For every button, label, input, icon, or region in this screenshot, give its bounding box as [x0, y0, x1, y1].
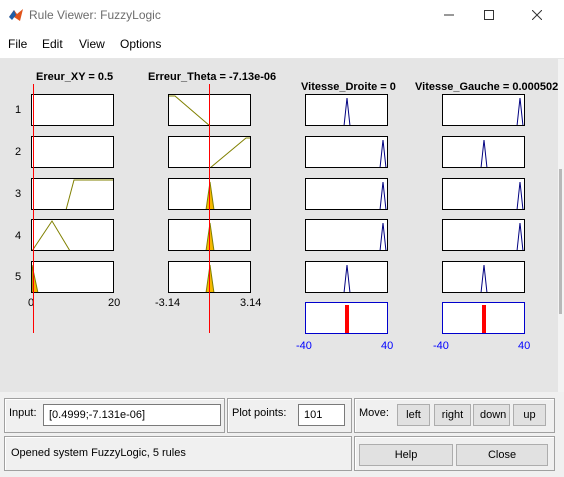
- move-left-button[interactable]: left: [397, 404, 430, 426]
- input-title-erreur-theta: Erreur_Theta = -7.13e-06: [148, 71, 277, 83]
- mf-plot-r5-vitesse-gauche[interactable]: [442, 261, 525, 293]
- mf-plot-r5-ereur-xy[interactable]: [31, 261, 114, 293]
- tick-vitesse-droite-max: 40: [381, 340, 394, 352]
- mf-plot-r3-vitesse-droite[interactable]: [305, 178, 388, 210]
- maximize-button[interactable]: [466, 0, 512, 30]
- window-title: Rule Viewer: FuzzyLogic: [29, 8, 161, 22]
- tick-erreur-theta-min: -3.14: [155, 297, 181, 309]
- title-bar: Rule Viewer: FuzzyLogic: [0, 0, 564, 30]
- vertical-scrollbar[interactable]: [558, 59, 564, 392]
- plot-points-field[interactable]: [298, 404, 345, 426]
- input-vector-field[interactable]: [43, 404, 221, 426]
- mf-plot-r4-vitesse-droite[interactable]: [305, 219, 388, 251]
- rule-number-1: 1: [15, 104, 22, 116]
- output-title-vitesse-droite: Vitesse_Droite = 0: [301, 81, 396, 93]
- mf-plot-r3-ereur-xy[interactable]: [31, 178, 114, 210]
- mf-plot-r2-ereur-xy[interactable]: [31, 136, 114, 168]
- input-title-ereur-xy: Ereur_XY = 0.5: [36, 71, 114, 83]
- output-title-vitesse-gauche: Vitesse_Gauche = 0.000502: [415, 81, 559, 93]
- aggregate-plot-vitesse-droite[interactable]: [305, 302, 388, 334]
- matlab-icon: [9, 9, 23, 21]
- input-label: Input:: [9, 407, 37, 419]
- mf-plot-r2-vitesse-gauche[interactable]: [442, 136, 525, 168]
- rule-number-4: 4: [15, 230, 22, 242]
- move-panel: Move: left right down up: [354, 398, 555, 433]
- close-window-button[interactable]: [514, 0, 560, 30]
- mf-plot-r3-vitesse-gauche[interactable]: [442, 178, 525, 210]
- mf-plot-r1-vitesse-droite[interactable]: [305, 94, 388, 126]
- menu-view[interactable]: View: [79, 37, 105, 51]
- menu-file[interactable]: File: [8, 37, 27, 51]
- move-down-button[interactable]: down: [473, 404, 510, 426]
- move-up-button[interactable]: up: [513, 404, 546, 426]
- close-icon: [532, 10, 542, 20]
- maximize-icon: [484, 10, 494, 20]
- move-right-button[interactable]: right: [434, 404, 471, 426]
- mf-plot-r5-vitesse-droite[interactable]: [305, 261, 388, 293]
- minimize-icon: [444, 14, 454, 16]
- rule-number-2: 2: [15, 146, 22, 158]
- mf-plot-r1-vitesse-gauche[interactable]: [442, 94, 525, 126]
- input-indicator-erreur-theta[interactable]: [209, 84, 210, 333]
- menu-bar: File Edit View Options: [0, 30, 564, 59]
- status-message: Opened system FuzzyLogic, 5 rules: [11, 447, 186, 459]
- move-label: Move:: [359, 407, 389, 419]
- tick-vitesse-gauche-max: 40: [518, 340, 531, 352]
- mf-plot-r1-ereur-xy[interactable]: [31, 94, 114, 126]
- input-indicator-ereur-xy[interactable]: [33, 84, 34, 333]
- tick-erreur-theta-max: 3.14: [240, 297, 262, 309]
- rule-number-5: 5: [15, 271, 22, 283]
- mf-plot-r4-vitesse-gauche[interactable]: [442, 219, 525, 251]
- status-panel: Opened system FuzzyLogic, 5 rules: [4, 436, 352, 471]
- menu-edit[interactable]: Edit: [42, 37, 63, 51]
- tick-vitesse-droite-min: -40: [296, 340, 312, 352]
- plot-points-label: Plot points:: [232, 407, 287, 419]
- menu-options[interactable]: Options: [120, 37, 161, 51]
- mf-plot-r2-vitesse-droite[interactable]: [305, 136, 388, 168]
- plot-points-panel: Plot points:: [227, 398, 352, 433]
- aggregate-plot-vitesse-gauche[interactable]: [442, 302, 525, 334]
- mf-plot-r4-ereur-xy[interactable]: [31, 219, 114, 251]
- tick-vitesse-gauche-min: -40: [433, 340, 449, 352]
- dialog-buttons-panel: Help Close: [354, 436, 555, 471]
- close-button[interactable]: Close: [456, 444, 548, 466]
- input-panel: Input:: [4, 398, 225, 433]
- help-button[interactable]: Help: [359, 444, 453, 466]
- tick-ereur-xy-max: 20: [108, 297, 121, 309]
- rule-number-3: 3: [15, 188, 22, 200]
